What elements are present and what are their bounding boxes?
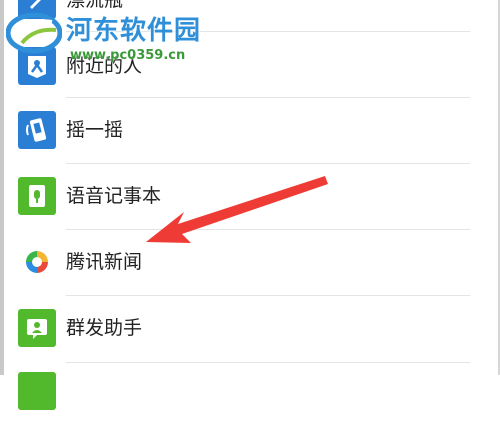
divider <box>66 229 470 230</box>
list-item-voice-notepad[interactable]: 语音记事本 <box>4 166 498 232</box>
divider <box>66 163 470 164</box>
list-item-label: 腾讯新闻 <box>66 251 143 273</box>
tencent-news-icon <box>18 243 56 281</box>
watermark-url: www.pc0359.cn <box>70 48 186 63</box>
divider <box>66 97 470 98</box>
divider <box>66 295 470 296</box>
watermark: 河东软件园 www.pc0359.cn <box>4 4 234 68</box>
watermark-logo-icon <box>6 12 62 54</box>
divider <box>66 362 470 363</box>
watermark-title: 河东软件园 <box>66 16 202 46</box>
voice-notepad-icon <box>18 177 56 215</box>
list-item-label: 群发助手 <box>66 317 143 339</box>
list-item-mass-message[interactable]: 群发助手 <box>4 298 498 364</box>
list-item-shake[interactable]: 摇一摇 <box>4 100 498 166</box>
list-item-label: 语音记事本 <box>66 185 162 207</box>
shake-icon <box>18 111 56 149</box>
list-item-partial[interactable] <box>4 368 498 434</box>
mass-message-icon <box>18 309 56 347</box>
partial-item-icon <box>18 372 56 410</box>
list-item-label: 摇一摇 <box>66 119 124 141</box>
list-item-tencent-news[interactable]: 腾讯新闻 <box>4 232 498 298</box>
